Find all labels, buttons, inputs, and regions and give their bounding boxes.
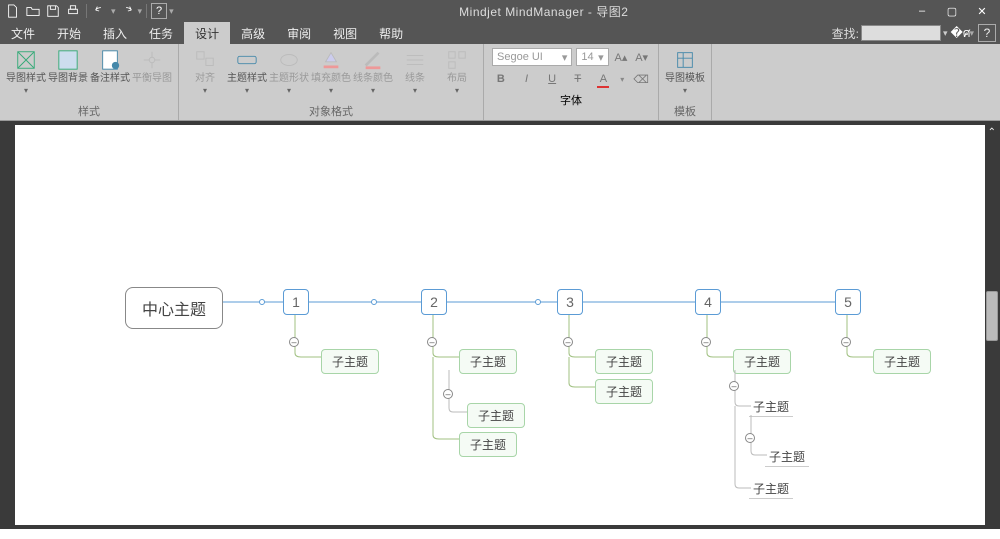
align-button: 对齐▾ xyxy=(185,47,225,95)
sub-node[interactable]: 子主题 xyxy=(595,349,653,374)
search-input[interactable] xyxy=(861,25,941,41)
shrink-font-icon[interactable]: A▾ xyxy=(633,48,650,66)
notes-style-button[interactable]: 备注样式 xyxy=(90,47,130,84)
sub-node[interactable]: 子主题 xyxy=(765,447,809,467)
group-label-font: 字体 xyxy=(560,92,582,108)
sub-node[interactable]: 子主题 xyxy=(321,349,379,374)
font-size-select[interactable]: 14▾ xyxy=(576,48,608,66)
redo-icon[interactable] xyxy=(118,2,136,20)
map-background-button[interactable]: 导图背景 xyxy=(48,47,88,84)
main-node-4[interactable]: 4 xyxy=(695,289,721,315)
clear-format-button[interactable]: ⌫ xyxy=(632,70,650,88)
map-style-button[interactable]: 导图样式▾ xyxy=(6,47,46,95)
collapse-handle[interactable]: – xyxy=(841,337,851,347)
vertical-scrollbar-thumb[interactable] xyxy=(986,291,998,341)
collapse-handle[interactable]: – xyxy=(729,381,739,391)
topic-style-button[interactable]: 主题样式▾ xyxy=(227,47,267,95)
topic-shape-button: 主题形状▾ xyxy=(269,47,309,95)
undo-icon[interactable] xyxy=(91,2,109,20)
menu-start[interactable]: 开始 xyxy=(46,22,92,44)
collapse-handle[interactable]: – xyxy=(563,337,573,347)
center-topic-node[interactable]: 中心主题 xyxy=(125,287,223,329)
font-family-select[interactable]: Segoe UI▾ xyxy=(492,48,572,66)
new-file-icon[interactable] xyxy=(4,2,22,20)
main-node-3[interactable]: 3 xyxy=(557,289,583,315)
ribbon: 导图样式▾ 导图背景 备注样式 平衡导图 样式 对齐▾ xyxy=(0,44,1000,121)
grow-font-icon[interactable]: A▴ xyxy=(613,48,630,66)
italic-button[interactable]: I xyxy=(518,70,536,88)
menu-insert[interactable]: 插入 xyxy=(92,22,138,44)
layout-button: 布局▾ xyxy=(437,47,477,95)
menu-help[interactable]: 帮助 xyxy=(368,22,414,44)
fill-color-button: 填充颜色▾ xyxy=(311,47,351,95)
bold-button[interactable]: B xyxy=(492,70,510,88)
sub-node[interactable]: 子主题 xyxy=(873,349,931,374)
find-options-icon[interactable]: �ศ xyxy=(951,24,969,42)
print-icon[interactable] xyxy=(64,2,82,20)
line-color-button: 线条颜色▾ xyxy=(353,47,393,95)
collapse-handle[interactable]: – xyxy=(701,337,711,347)
balance-map-button: 平衡导图 xyxy=(132,47,172,84)
group-label-format: 对象格式 xyxy=(309,104,353,118)
sub-node[interactable]: 子主题 xyxy=(467,403,525,428)
sub-node[interactable]: 子主题 xyxy=(749,397,793,417)
menu-review[interactable]: 审阅 xyxy=(276,22,322,44)
menu-view[interactable]: 视图 xyxy=(322,22,368,44)
scroll-up-arrow[interactable]: ⌃ xyxy=(988,127,996,138)
minimize-button[interactable]: – xyxy=(914,3,930,19)
collapse-handle[interactable]: – xyxy=(427,337,437,347)
collapse-handle[interactable]: – xyxy=(745,433,755,443)
menu-advanced[interactable]: 高级 xyxy=(230,22,276,44)
save-icon[interactable] xyxy=(44,2,62,20)
menu-design[interactable]: 设计 xyxy=(184,22,230,44)
strike-button[interactable]: T xyxy=(569,70,587,88)
mindmap-canvas[interactable]: 中心主题 1 – 子主题 2 – 子主题 – 子主题 子主题 3 – 子主题 子… xyxy=(15,125,985,525)
menu-file[interactable]: 文件 xyxy=(0,22,46,44)
map-template-button[interactable]: 导图模板▾ xyxy=(665,47,705,95)
help-icon[interactable]: ? xyxy=(151,3,167,19)
sub-node[interactable]: 子主题 xyxy=(749,479,793,499)
main-node-5[interactable]: 5 xyxy=(835,289,861,315)
font-color-button[interactable]: A xyxy=(595,70,613,88)
group-label-style: 样式 xyxy=(78,104,100,118)
sub-node[interactable]: 子主题 xyxy=(595,379,653,404)
ribbon-help-icon[interactable]: ? xyxy=(978,24,996,42)
main-node-1[interactable]: 1 xyxy=(283,289,309,315)
collapse-handle[interactable]: – xyxy=(443,389,453,399)
sub-node[interactable]: 子主题 xyxy=(459,432,517,457)
open-file-icon[interactable] xyxy=(24,2,42,20)
search-label: 查找: xyxy=(832,25,859,42)
underline-button[interactable]: U xyxy=(543,70,561,88)
group-label-template: 模板 xyxy=(674,104,696,118)
window-title: Mindjet MindManager - 导图2 xyxy=(174,3,914,20)
collapse-handle[interactable]: – xyxy=(289,337,299,347)
line-button: 线条▾ xyxy=(395,47,435,95)
maximize-button[interactable]: ▢ xyxy=(944,3,960,19)
menu-task[interactable]: 任务 xyxy=(138,22,184,44)
main-node-2[interactable]: 2 xyxy=(421,289,447,315)
close-button[interactable]: ✕ xyxy=(974,3,990,19)
